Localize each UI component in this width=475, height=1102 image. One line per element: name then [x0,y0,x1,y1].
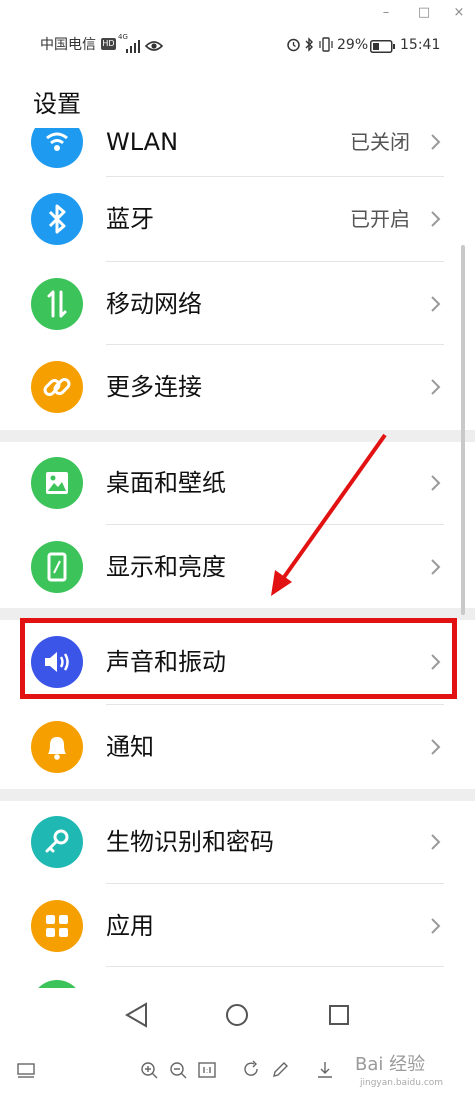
settings-item-biometrics-password[interactable]: 生物识别和密码 [0,800,460,884]
settings-item-label: 蓝牙 [106,205,154,233]
battery-percent: 29% [337,37,369,53]
settings-item-apps[interactable]: 应用 [0,884,460,968]
settings-item-label: 应用 [106,912,154,940]
link-icon [31,361,83,413]
battery-icon [370,38,396,53]
alarm-icon [286,37,301,52]
window-title-bar [0,0,475,26]
thumbnail-icon[interactable] [16,1060,36,1080]
settings-item-label: 通知 [106,733,154,761]
bluetooth-status-icon [304,37,314,52]
settings-item-label: WLAN [106,128,179,156]
nav-home-button[interactable] [222,1000,252,1030]
chevron-right-icon [427,378,443,396]
nav-back-button[interactable] [122,1000,152,1030]
settings-item-label: 显示和亮度 [106,553,226,581]
settings-item-label: 桌面和壁纸 [106,469,226,497]
nav-recents-button[interactable] [324,1000,354,1030]
status-time: 15:41 [400,37,441,53]
edit-pencil-icon[interactable] [270,1060,290,1080]
chevron-right-icon [427,295,443,313]
bell-icon [31,721,83,773]
settings-item-value: 已关闭 [350,130,410,154]
close-button[interactable]: × [450,4,468,22]
carrier-name: 中国电信 [40,37,96,53]
eye-icon [144,38,164,52]
chevron-right-icon [427,133,443,151]
vibrate-icon [318,37,334,52]
chevron-right-icon [427,558,443,576]
settings-item-display-brightness[interactable]: 显示和亮度 [0,525,460,609]
baidu-watermark: Bai 经验 [355,1054,426,1075]
divider [106,966,444,967]
settings-item-value: 已开启 [350,207,410,231]
chevron-right-icon [427,474,443,492]
wifi-icon [31,128,83,168]
download-icon[interactable] [315,1060,335,1080]
scrollbar[interactable] [461,245,465,615]
page-title: 设置 [33,90,81,118]
chevron-right-icon [427,833,443,851]
phone-brightness-icon [31,541,83,593]
pointer-arrow [260,430,390,600]
actual-size-icon[interactable] [197,1060,217,1080]
minimize-button[interactable]: – [377,4,395,22]
settings-item-more-connections[interactable]: 更多连接 [0,345,460,429]
settings-item-label: 移动网络 [106,290,202,318]
highlight-box [20,618,457,699]
chevron-right-icon [427,738,443,756]
rotate-icon[interactable] [242,1060,262,1080]
settings-item-mobile-network[interactable]: 移动网络 [0,262,460,346]
settings-item-label: 更多连接 [106,373,202,401]
hd-badge: HD [101,38,116,50]
settings-item-home-wallpaper[interactable]: 桌面和壁纸 [0,441,460,525]
maximize-button[interactable]: □ [415,4,433,22]
settings-item-label: 生物识别和密码 [106,828,274,856]
mobile-data-icon [31,278,83,330]
next-item-icon [31,980,83,988]
settings-item-notifications[interactable]: 通知 [0,705,460,789]
bluetooth-icon [31,193,83,245]
chevron-right-icon [427,917,443,935]
apps-grid-icon [31,900,83,952]
zoom-out-icon[interactable] [168,1060,188,1080]
image-icon [31,457,83,509]
settings-item-bluetooth[interactable]: 蓝牙 已开启 [0,177,460,261]
chevron-right-icon [427,210,443,228]
settings-list[interactable]: WLAN 已关闭 蓝牙 已开启 移动网络 更多连接 桌面和壁纸 显示和亮度 声音… [0,128,475,988]
zoom-in-icon[interactable] [139,1060,159,1080]
signal-icon [120,38,142,53]
baidu-watermark-url: jingyan.baidu.com [360,1078,444,1088]
key-icon [31,816,83,868]
